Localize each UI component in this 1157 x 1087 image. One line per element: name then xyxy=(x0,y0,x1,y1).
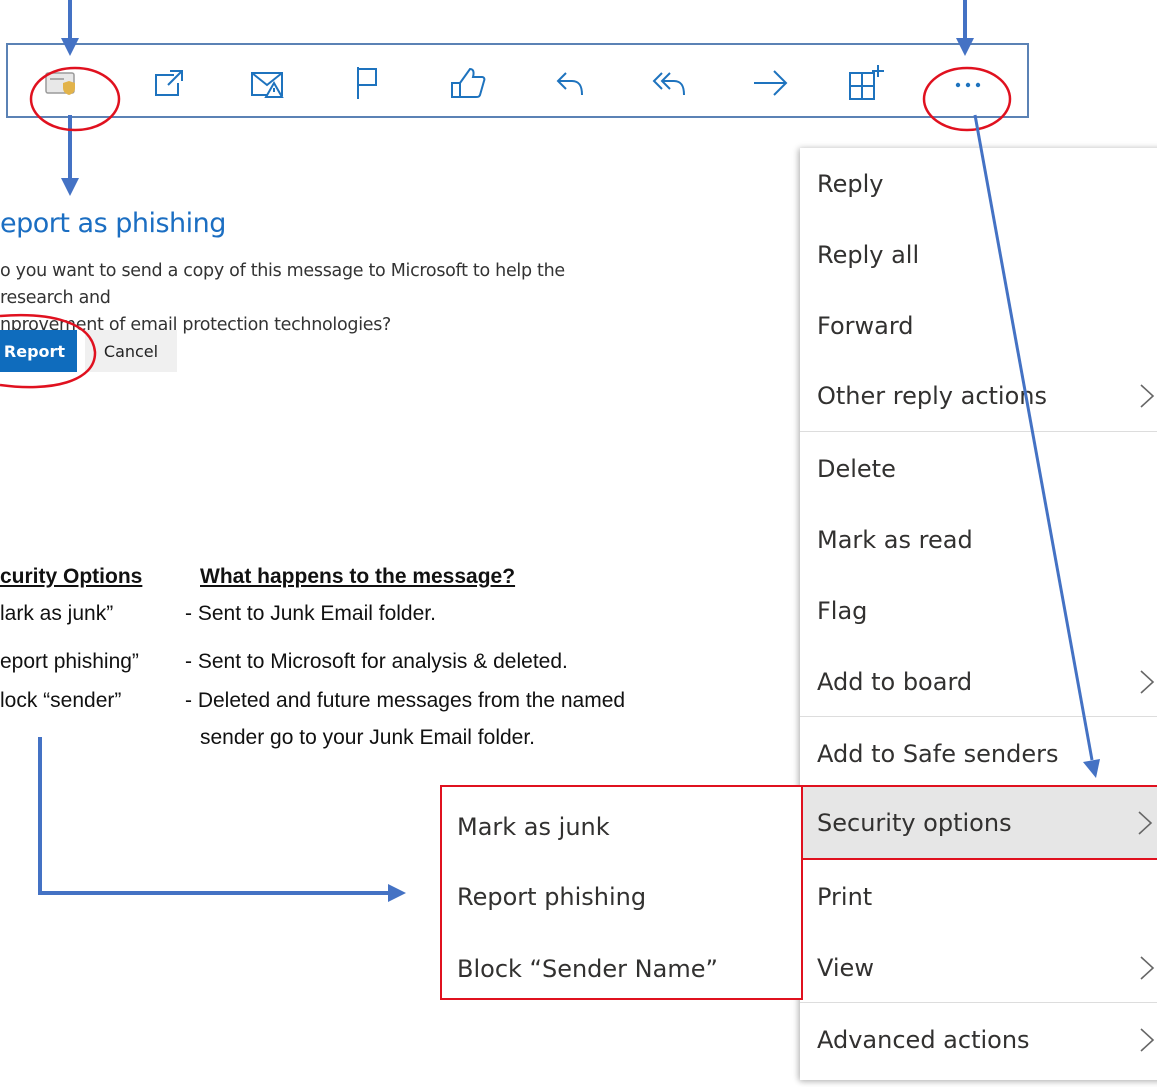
like-thumbs-up-icon[interactable] xyxy=(448,63,488,103)
result-block-sender: - Deleted and future messages from the n… xyxy=(185,689,626,712)
menu-item-security-options[interactable]: Security options xyxy=(800,785,1157,860)
submenu-item-report-phishing[interactable]: Report phishing xyxy=(457,883,646,911)
menu-item-add-to-safe-senders[interactable]: Add to Safe senders xyxy=(800,724,1157,784)
reply-icon[interactable] xyxy=(550,63,590,103)
report-button[interactable]: Report xyxy=(0,330,77,372)
menu-item-label: Add to board xyxy=(817,668,973,696)
menu-item-label: Advanced actions xyxy=(817,1026,1030,1054)
menu-item-label: Other reply actions xyxy=(817,382,1047,410)
what-happens-header: What happens to the message? xyxy=(200,565,516,588)
report-junk-mail-icon[interactable] xyxy=(248,63,288,103)
flag-icon[interactable] xyxy=(348,63,388,103)
result-mark-as-junk: - Sent to Junk Email folder. xyxy=(185,602,436,625)
menu-item-label: Security options xyxy=(817,808,1012,837)
chevron-right-icon xyxy=(1140,384,1155,408)
more-actions-menu: Reply Reply all Forward Other reply acti… xyxy=(800,148,1157,1080)
menu-item-label: Reply xyxy=(817,170,884,198)
cancel-button[interactable]: Cancel xyxy=(85,330,177,372)
annotation-arrow-to-submenu xyxy=(38,737,406,902)
menu-divider xyxy=(800,431,1157,432)
menu-item-label: Flag xyxy=(817,597,868,625)
menu-item-label: Mark as read xyxy=(817,526,973,554)
more-actions-icon[interactable] xyxy=(948,63,988,103)
menu-item-delete[interactable]: Delete xyxy=(800,439,1157,499)
menu-item-print[interactable]: Print xyxy=(800,867,1157,927)
message-toolbar xyxy=(6,43,1029,118)
annotation-arrow-to-dialog xyxy=(61,115,79,196)
menu-item-advanced-actions[interactable]: Advanced actions xyxy=(800,1010,1157,1070)
menu-divider xyxy=(800,1002,1157,1003)
menu-item-reply-all[interactable]: Reply all xyxy=(800,225,1157,285)
security-options-header: curity Options xyxy=(0,565,143,588)
menu-item-reply[interactable]: Reply xyxy=(800,154,1157,214)
forward-icon[interactable] xyxy=(750,63,790,103)
result-block-sender-continued: sender go to your Junk Email folder. xyxy=(200,726,536,749)
menu-divider xyxy=(800,716,1157,717)
menu-item-flag[interactable]: Flag xyxy=(800,581,1157,641)
menu-item-label: Print xyxy=(817,883,873,911)
menu-item-label: View xyxy=(817,954,874,982)
security-options-submenu: Mark as junk Report phishing Block “Send… xyxy=(440,785,803,1000)
description-line: o you want to send a copy of this messag… xyxy=(0,261,565,308)
menu-item-label: Forward xyxy=(817,312,914,340)
menu-item-other-reply-actions[interactable]: Other reply actions xyxy=(800,366,1157,426)
report-phishing-description: o you want to send a copy of this messag… xyxy=(0,258,640,339)
result-report-phishing: - Sent to Microsoft for analysis & delet… xyxy=(185,650,568,673)
chevron-right-icon xyxy=(1140,670,1155,694)
menu-item-forward[interactable]: Forward xyxy=(800,296,1157,356)
chevron-right-icon xyxy=(1138,811,1153,835)
option-mark-as-junk: lark as junk” xyxy=(0,602,114,625)
submenu-item-block-sender[interactable]: Block “Sender Name” xyxy=(457,955,718,983)
chevron-right-icon xyxy=(1140,1028,1155,1052)
add-to-board-icon[interactable] xyxy=(846,63,886,103)
menu-item-mark-as-read[interactable]: Mark as read xyxy=(800,510,1157,570)
option-block-sender: lock “sender” xyxy=(0,689,122,712)
open-in-new-window-icon[interactable] xyxy=(148,63,188,103)
menu-item-add-to-board[interactable]: Add to board xyxy=(800,652,1157,712)
menu-item-label: Add to Safe senders xyxy=(817,740,1059,768)
menu-item-view[interactable]: View xyxy=(800,938,1157,998)
menu-item-label: Reply all xyxy=(817,241,920,269)
security-shield-mail-icon[interactable] xyxy=(42,63,82,103)
option-report-phishing: eport phishing” xyxy=(0,650,139,673)
menu-item-label: Delete xyxy=(817,455,896,483)
report-phishing-title: eport as phishing xyxy=(0,208,226,239)
chevron-right-icon xyxy=(1140,956,1155,980)
submenu-item-mark-as-junk[interactable]: Mark as junk xyxy=(457,813,610,841)
reply-all-icon[interactable] xyxy=(650,63,690,103)
